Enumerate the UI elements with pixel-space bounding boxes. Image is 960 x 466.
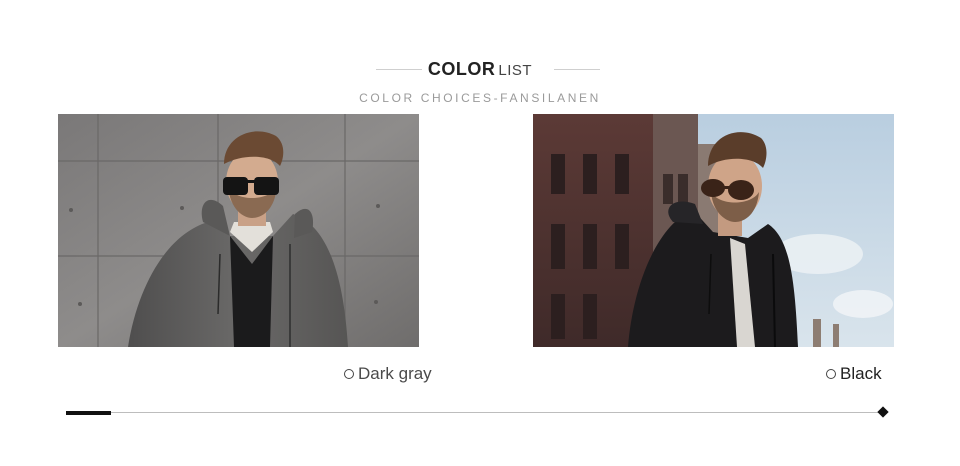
carousel-track[interactable]: [66, 412, 884, 413]
circle-icon: [344, 369, 354, 379]
color-label: Dark gray: [358, 364, 432, 383]
section-header: COLOR LIST: [0, 58, 960, 82]
diamond-icon: [877, 406, 889, 418]
title-bold: COLOR: [427, 59, 496, 79]
section-subtitle: COLOR CHOICES-FANSILANEN: [359, 91, 601, 105]
color-label: Black: [840, 364, 882, 383]
section-title: COLOR LIST: [0, 58, 960, 82]
color-option-black[interactable]: Black: [826, 363, 882, 385]
header-divider-right: [554, 69, 600, 70]
circle-icon: [826, 369, 836, 379]
color-option-dark-gray[interactable]: Dark gray: [344, 363, 432, 385]
black-product-photo: [533, 114, 894, 347]
title-light: LIST: [498, 62, 533, 79]
dark-gray-product-photo: [58, 114, 419, 347]
carousel-progress-fill[interactable]: [66, 411, 111, 415]
